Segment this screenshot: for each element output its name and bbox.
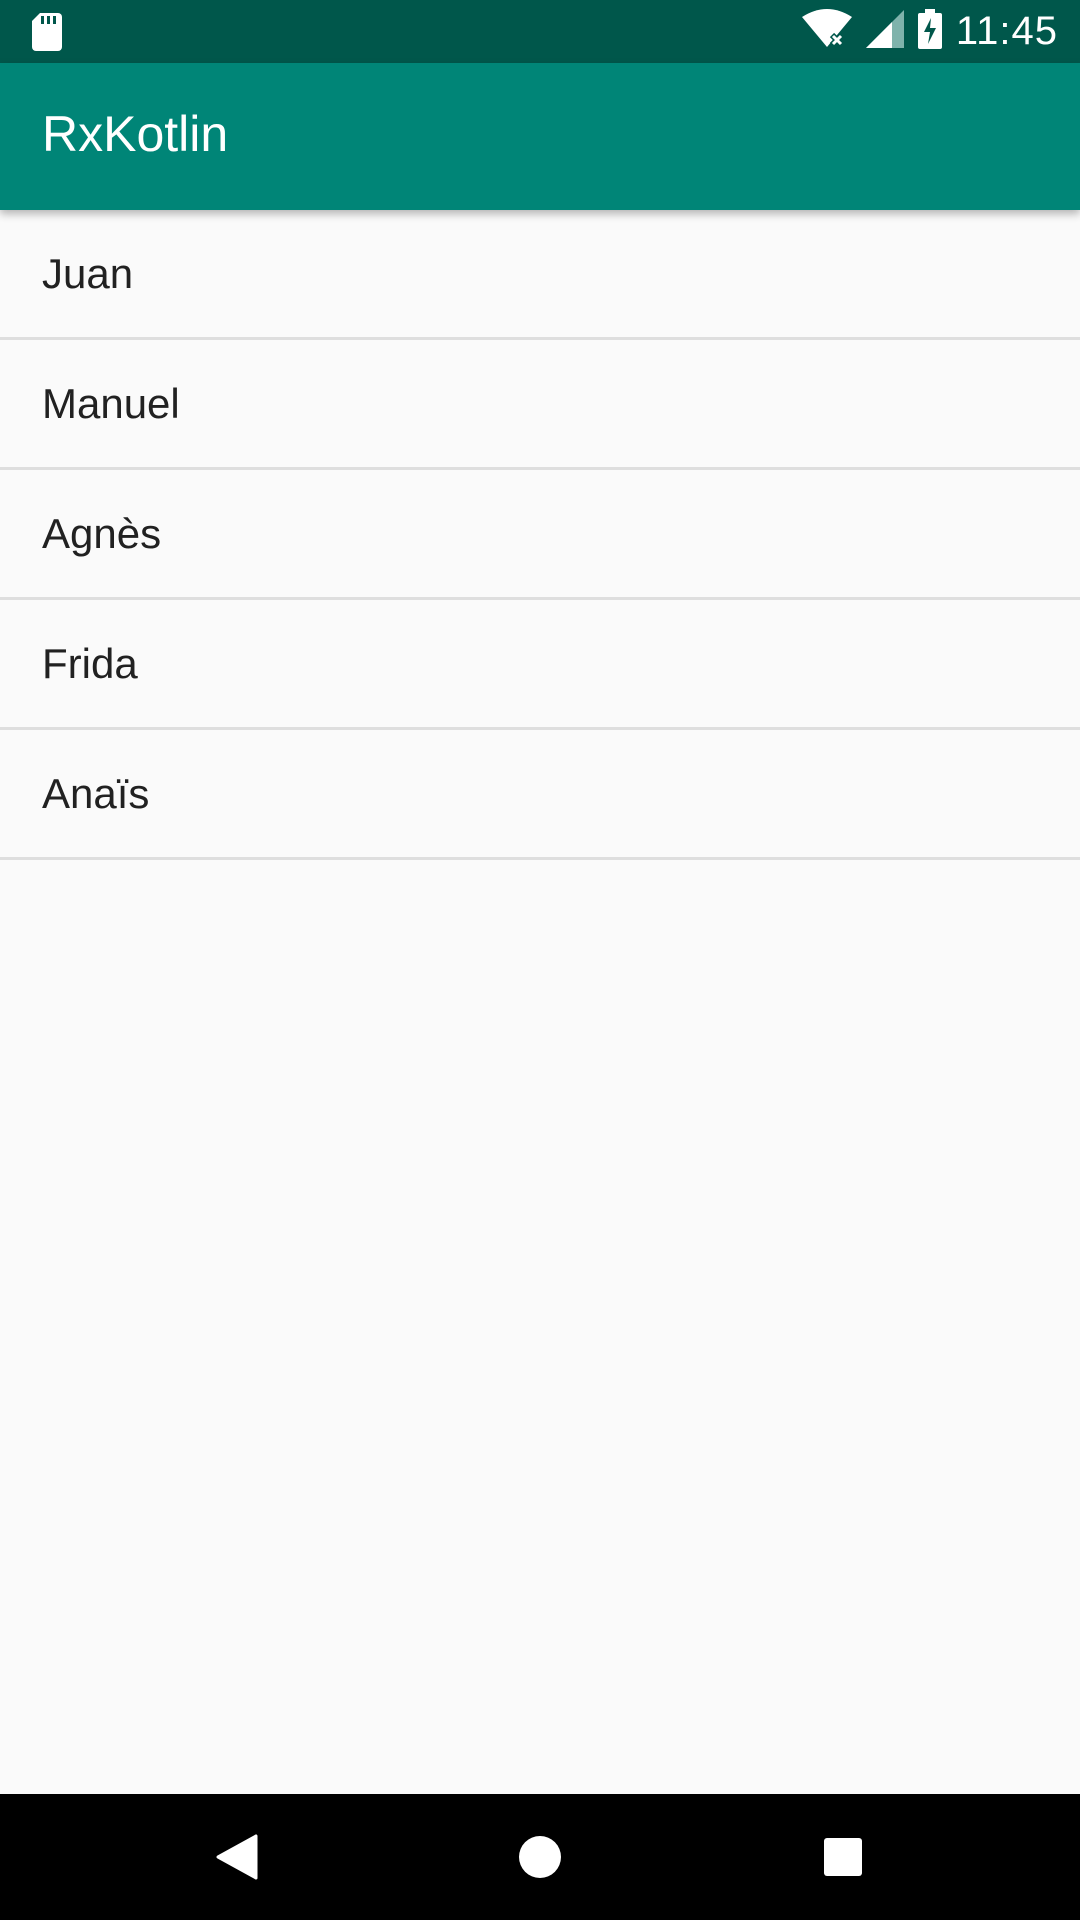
back-icon xyxy=(216,1834,258,1880)
wifi-no-internet-icon xyxy=(801,9,852,54)
page-title: RxKotlin xyxy=(42,106,229,162)
home-button[interactable] xyxy=(507,1824,573,1890)
app-bar: RxKotlin xyxy=(0,63,1080,210)
sd-card-icon xyxy=(32,13,62,56)
list-item[interactable]: Anaïs xyxy=(0,730,1080,860)
back-button[interactable] xyxy=(204,1824,270,1890)
recents-button[interactable] xyxy=(810,1824,876,1890)
list-item[interactable]: Agnès xyxy=(0,470,1080,600)
home-icon xyxy=(519,1836,561,1878)
recents-icon xyxy=(824,1838,862,1876)
list-item[interactable]: Manuel xyxy=(0,340,1080,470)
navigation-bar xyxy=(0,1794,1080,1920)
clock: 11:45 xyxy=(955,9,1058,53)
list-item[interactable]: Frida xyxy=(0,600,1080,730)
cell-signal-icon xyxy=(865,10,904,53)
battery-charging-icon xyxy=(917,9,942,54)
status-bar: 11:45 xyxy=(0,0,1080,63)
list-item[interactable]: Juan xyxy=(0,210,1080,340)
name-list: Juan Manuel Agnès Frida Anaïs xyxy=(0,210,1080,860)
